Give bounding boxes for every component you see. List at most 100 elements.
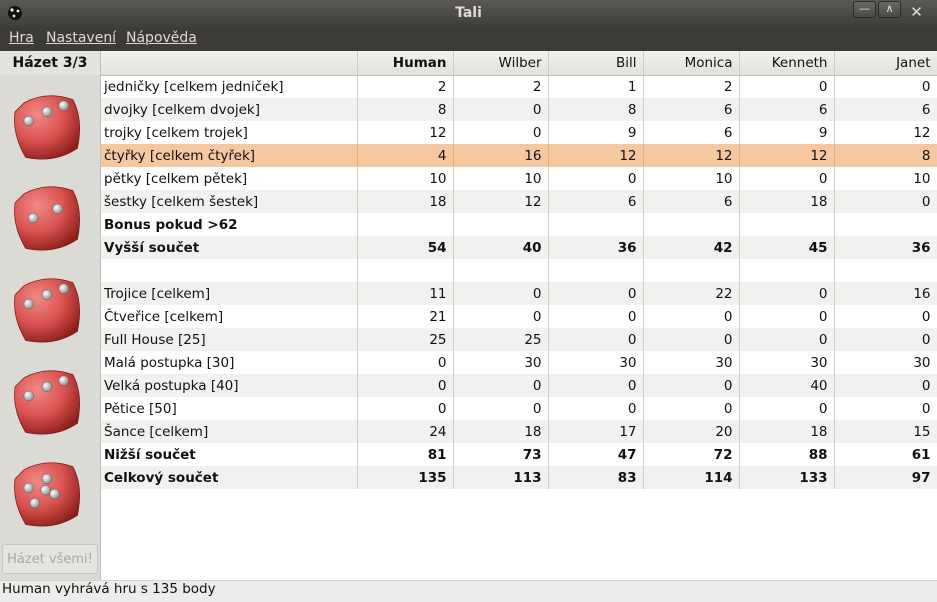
close-button[interactable]: ✕ [905, 2, 928, 21]
score-cell[interactable]: 2 [643, 75, 740, 98]
score-cell[interactable]: 0 [739, 397, 835, 420]
score-cell[interactable]: 0 [834, 190, 937, 213]
score-cell[interactable] [548, 213, 644, 236]
score-cell[interactable]: 12 [357, 121, 454, 144]
score-cell[interactable]: 12 [548, 144, 644, 167]
score-cell[interactable]: 0 [357, 397, 454, 420]
score-cell[interactable]: 10 [834, 167, 937, 190]
score-cell[interactable]: 2 [453, 75, 549, 98]
table-row[interactable]: dvojky [celkem dvojek] 8 0 8 6 6 6 [101, 98, 937, 121]
score-cell[interactable]: 135 [357, 466, 454, 489]
score-cell[interactable]: 72 [643, 443, 740, 466]
player-header-janet[interactable]: Janet [834, 51, 937, 76]
score-cell[interactable] [548, 259, 644, 282]
score-cell[interactable]: 8 [357, 98, 454, 121]
table-row[interactable]: Celkový součet 135 113 83 114 133 97 [101, 466, 937, 489]
score-cell[interactable] [453, 213, 549, 236]
score-cell[interactable]: 0 [548, 397, 644, 420]
score-cell[interactable]: 0 [739, 75, 835, 98]
score-cell[interactable]: 10 [453, 167, 549, 190]
die-4[interactable] [9, 364, 85, 440]
score-cell[interactable]: 12 [453, 190, 549, 213]
score-cell[interactable]: 12 [739, 144, 835, 167]
score-cell[interactable]: 18 [357, 190, 454, 213]
score-cell[interactable]: 61 [834, 443, 937, 466]
score-cell[interactable] [739, 213, 835, 236]
score-cell[interactable]: 6 [834, 98, 937, 121]
score-cell[interactable]: 0 [739, 167, 835, 190]
menu-help[interactable]: Nápověda [126, 30, 197, 46]
score-cell[interactable]: 0 [548, 374, 644, 397]
score-cell[interactable]: 0 [357, 374, 454, 397]
score-cell[interactable]: 0 [453, 374, 549, 397]
score-cell[interactable] [453, 259, 549, 282]
score-cell[interactable]: 133 [739, 466, 835, 489]
category-header[interactable] [101, 51, 358, 76]
score-cell[interactable] [834, 259, 937, 282]
table-row[interactable]: Bonus pokud >62 [101, 213, 937, 236]
die-2[interactable] [9, 180, 85, 256]
score-cell[interactable]: 21 [357, 305, 454, 328]
score-cell[interactable]: 0 [453, 305, 549, 328]
score-cell[interactable]: 0 [548, 305, 644, 328]
score-cell[interactable]: 0 [834, 328, 937, 351]
table-row[interactable] [101, 259, 937, 282]
score-cell[interactable] [739, 259, 835, 282]
title-bar[interactable]: Tali — ∧ ✕ [0, 0, 937, 27]
score-cell[interactable]: 12 [643, 144, 740, 167]
score-cell[interactable]: 0 [834, 374, 937, 397]
score-cell[interactable]: 0 [739, 328, 835, 351]
score-cell[interactable]: 36 [834, 236, 937, 259]
score-cell[interactable]: 17 [548, 420, 644, 443]
score-cell[interactable]: 47 [548, 443, 644, 466]
table-row[interactable]: Šance [celkem] 24 18 17 20 18 15 [101, 420, 937, 443]
score-cell[interactable]: 0 [643, 374, 740, 397]
score-cell[interactable]: 73 [453, 443, 549, 466]
score-cell[interactable]: 81 [357, 443, 454, 466]
player-header-wilber[interactable]: Wilber [453, 51, 549, 76]
score-cell[interactable]: 0 [643, 328, 740, 351]
score-cell[interactable]: 0 [357, 351, 454, 374]
score-cell[interactable]: 0 [453, 98, 549, 121]
table-row[interactable]: Velká postupka [40] 0 0 0 0 40 0 [101, 374, 937, 397]
score-cell[interactable]: 18 [739, 190, 835, 213]
score-cell[interactable]: 97 [834, 466, 937, 489]
table-row[interactable]: Čtveřice [celkem] 21 0 0 0 0 0 [101, 305, 937, 328]
score-cell[interactable]: 18 [453, 420, 549, 443]
score-cell[interactable]: 2 [357, 75, 454, 98]
player-header-human[interactable]: Human [357, 51, 454, 76]
score-cell[interactable]: 6 [643, 98, 740, 121]
score-cell[interactable]: 40 [453, 236, 549, 259]
player-header-kenneth[interactable]: Kenneth [739, 51, 835, 76]
score-cell[interactable]: 0 [643, 305, 740, 328]
score-cell[interactable] [643, 259, 740, 282]
score-cell[interactable]: 113 [453, 466, 549, 489]
score-cell[interactable]: 36 [548, 236, 644, 259]
table-row[interactable]: Malá postupka [30] 0 30 30 30 30 30 [101, 351, 937, 374]
score-cell[interactable]: 30 [643, 351, 740, 374]
score-cell[interactable]: 114 [643, 466, 740, 489]
table-row[interactable]: jedničky [celkem jedniček] 2 2 1 2 0 0 [101, 75, 937, 98]
score-cell[interactable]: 30 [548, 351, 644, 374]
score-cell[interactable]: 0 [834, 397, 937, 420]
score-cell[interactable]: 0 [453, 282, 549, 305]
score-cell[interactable]: 4 [357, 144, 454, 167]
score-cell[interactable]: 6 [643, 121, 740, 144]
player-header-monica[interactable]: Monica [643, 51, 740, 76]
score-cell[interactable]: 42 [643, 236, 740, 259]
score-cell[interactable]: 0 [548, 328, 644, 351]
score-cell[interactable]: 8 [548, 98, 644, 121]
table-row[interactable]: Nižší součet 81 73 47 72 88 61 [101, 443, 937, 466]
score-cell[interactable]: 0 [548, 167, 644, 190]
score-cell[interactable] [357, 259, 454, 282]
score-cell[interactable]: 0 [453, 121, 549, 144]
die-1[interactable] [9, 89, 85, 165]
table-row[interactable]: Trojice [celkem] 11 0 0 22 0 16 [101, 282, 937, 305]
score-cell[interactable]: 83 [548, 466, 644, 489]
table-row[interactable]: šestky [celkem šestek] 18 12 6 6 18 0 [101, 190, 937, 213]
score-cell[interactable]: 0 [548, 282, 644, 305]
roll-all-button[interactable]: Házet všemi! [2, 544, 98, 574]
menu-game[interactable]: Hra [9, 30, 34, 46]
score-cell[interactable]: 25 [357, 328, 454, 351]
score-cell[interactable]: 10 [357, 167, 454, 190]
